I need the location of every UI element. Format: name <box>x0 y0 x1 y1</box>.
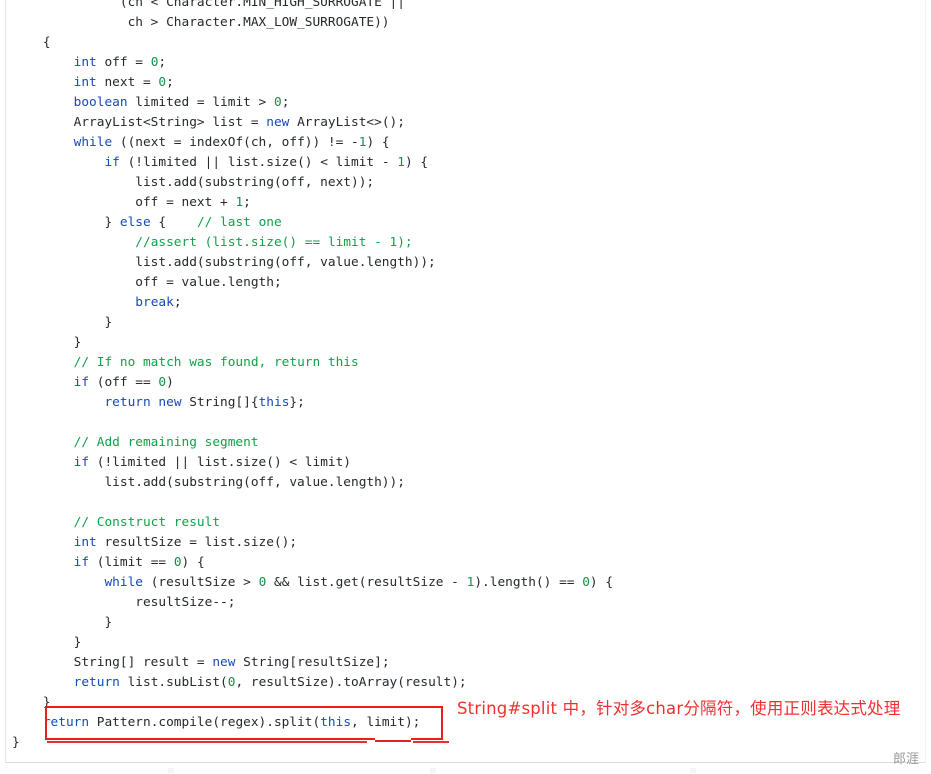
code-line: (ch < Character.MIN_HIGH_SURROGATE || <box>12 0 405 10</box>
code-line: } <box>12 615 113 630</box>
red-annotation-text: String#split 中，针对多char分隔符，使用正则表达式处理 <box>457 699 901 718</box>
highlight-box <box>45 706 443 740</box>
highlight-underline-left <box>47 741 367 743</box>
code-line: int resultSize = list.size(); <box>73 535 298 550</box>
code-line: String[] result = new String[resultSize]… <box>12 655 390 670</box>
highlight-underline-right <box>413 741 449 743</box>
code-line: // Add remaining segment <box>73 435 259 450</box>
code-line: ch > Character.MAX_LOW_SURROGATE)) <box>12 15 390 30</box>
code-line: return new String[]{this}; <box>104 395 305 410</box>
code-line: ArrayList<String> list = new ArrayList<>… <box>12 115 405 130</box>
code-line: } else { // last one <box>12 215 282 230</box>
code-line: if (off == 0) <box>73 375 174 390</box>
code-line: // Construct result <box>73 515 221 530</box>
code-line: off = value.length; <box>12 275 282 290</box>
code-line: while (resultSize > 0 && list.get(result… <box>104 575 614 590</box>
code-line: list.add(substring(off, next)); <box>12 175 375 190</box>
page-artifact <box>430 768 436 773</box>
code-line: break; <box>135 295 182 310</box>
code-line: { <box>12 35 51 50</box>
page-artifact <box>690 768 696 773</box>
code-line: list.add(substring(off, value.length)); <box>12 255 436 270</box>
code-line: list.add(substring(off, value.length)); <box>12 475 405 490</box>
code-line: off = next + 1; <box>12 195 251 210</box>
code-line: int next = 0; <box>73 75 174 90</box>
code-line: if (!limited || list.size() < limit - 1)… <box>104 155 429 170</box>
code-line: if (!limited || list.size() < limit) <box>73 455 352 470</box>
screenshot-root: (ch < Character.MIN_HIGH_SURROGATE || ch… <box>0 0 931 774</box>
code-line: if (limit == 0) { <box>73 555 205 570</box>
code-line: //assert (list.size() == limit - 1); <box>135 235 413 250</box>
code-line: while ((next = indexOf(ch, off)) != -1) … <box>73 135 390 150</box>
code-line: } <box>12 335 82 350</box>
code-block[interactable]: (ch < Character.MIN_HIGH_SURROGATE || ch… <box>0 0 931 753</box>
code-line: } <box>12 635 82 650</box>
code-line: int off = 0; <box>73 55 167 70</box>
page-artifact <box>168 768 174 773</box>
pane-bottom-rule <box>5 762 925 763</box>
watermark-label: 郎涯 <box>893 752 920 767</box>
code-line: boolean limited = limit > 0; <box>73 95 290 110</box>
code-line: } <box>12 315 113 330</box>
highlight-box-notch <box>375 740 411 742</box>
code-line: return list.subList(0, resultSize).toArr… <box>73 675 467 690</box>
code-line: resultSize--; <box>12 595 236 610</box>
code-line: // If no match was found, return this <box>73 355 359 370</box>
